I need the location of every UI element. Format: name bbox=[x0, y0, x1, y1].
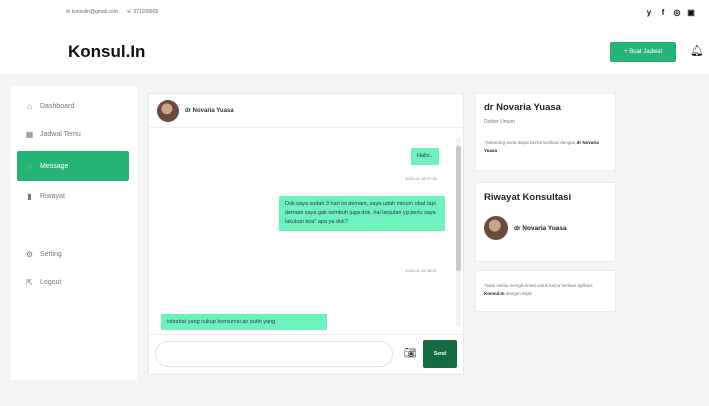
sidebar: ⌂ Dashboard ▦ Jadwal Temu ◌ Message ▮ Ri… bbox=[11, 86, 137, 380]
info-card: *kami selalu menghormati untuk kamu beri… bbox=[475, 270, 616, 312]
mail-icon: ✉ bbox=[66, 9, 71, 15]
sidebar-item-jadwal-temu[interactable]: ▦ Jadwal Temu bbox=[17, 122, 129, 146]
instagram-icon[interactable]: ◎ bbox=[673, 9, 681, 17]
sidebar-item-label: Setting bbox=[40, 250, 62, 258]
contact-info: ✉ konsulin@gmail.com ☏ 071108909 bbox=[66, 9, 158, 15]
logo[interactable]: Konsul.In bbox=[68, 42, 145, 62]
sidebar-item-message[interactable]: ◌ Message bbox=[17, 151, 129, 181]
gear-icon: ⚙ bbox=[25, 249, 34, 259]
doctor-role: Dokter Umum bbox=[484, 119, 515, 125]
email-text[interactable]: ✉ konsulin@gmail.com bbox=[66, 9, 118, 15]
phone-icon: ☏ bbox=[125, 9, 133, 15]
camera-icon[interactable]: 📷︎ bbox=[404, 348, 417, 359]
sidebar-item-dashboard[interactable]: ⌂ Dashboard bbox=[17, 94, 129, 118]
message-timestamp: 2020-01-18 07:15 bbox=[405, 176, 437, 181]
chat-contact-name: dr Novaria Yuasa bbox=[185, 107, 234, 114]
info-text-suffix: dengan Bijak bbox=[505, 291, 532, 296]
sidebar-item-label: Jadwal Temu bbox=[40, 130, 81, 138]
message-composer: 📷︎ Send bbox=[149, 334, 465, 376]
history-item[interactable]: dr Novaria Yuasa bbox=[484, 216, 567, 240]
sidebar-item-label: Dashboard bbox=[40, 102, 75, 110]
doctor-info-card: dr Novaria Yuasa Dokter Umum *Sekarang a… bbox=[475, 93, 616, 171]
message-bubble-received: istirahat yang cukup konsumsi air putih … bbox=[161, 314, 327, 330]
chat-scrollbar[interactable] bbox=[456, 138, 461, 326]
avatar bbox=[157, 99, 179, 122]
bell-icon[interactable]: 🔔︎ bbox=[690, 44, 704, 57]
twitter-icon[interactable]: y bbox=[645, 9, 653, 17]
sidebar-item-label: Riwayat bbox=[40, 192, 65, 200]
chat-panel: dr Novaria Yuasa Hallo.. 2020-01-18 07:1… bbox=[148, 93, 465, 376]
doctor-name: dr Novaria Yuasa bbox=[484, 102, 561, 113]
history-card: Riwayat Konsultasi dr Novaria Yuasa bbox=[475, 182, 616, 262]
calendar-icon: ▦ bbox=[25, 129, 34, 139]
chat-scrollbar-thumb[interactable] bbox=[456, 146, 461, 271]
send-button[interactable]: Send bbox=[423, 340, 457, 368]
sidebar-item-logout[interactable]: ⇱ Logout bbox=[17, 270, 129, 294]
linkedin-icon[interactable]: ▣ bbox=[687, 9, 695, 17]
message-input[interactable] bbox=[155, 341, 393, 367]
sidebar-item-label: Logout bbox=[40, 278, 62, 286]
logout-icon: ⇱ bbox=[26, 277, 33, 287]
phone-text[interactable]: ☏ 071108909 bbox=[126, 9, 158, 15]
history-title: Riwayat Konsultasi bbox=[484, 192, 572, 203]
sidebar-item-label: Message bbox=[40, 162, 69, 170]
sidebar-item-setting[interactable]: ⚙ Setting bbox=[17, 242, 129, 266]
top-contact-bar: ✉ konsulin@gmail.com ☏ 071108909 y f ◎ ▣ bbox=[0, 0, 709, 32]
info-text-prefix: *kami selalu menghormati untuk kamu beri… bbox=[484, 283, 593, 288]
site-header: Konsul.In + Buat Jadwal 🔔︎ bbox=[0, 32, 709, 74]
message-list[interactable]: Hallo.. 2020-01-18 07:15 Dok saya sudah … bbox=[155, 134, 455, 330]
info-brand: Konsul.In bbox=[484, 291, 505, 296]
doctor-note: *Sekarang anda dapat berkomunikasi denga… bbox=[484, 139, 612, 155]
chat-icon: ◌ bbox=[27, 161, 32, 171]
message-bubble-sent: Dok saya sudah 3 hari ini demam, saya ud… bbox=[279, 196, 445, 231]
avatar bbox=[484, 216, 508, 240]
home-icon: ⌂ bbox=[27, 101, 32, 111]
doctor-note-text: *Sekarang anda dapat berkomunikasi denga… bbox=[484, 140, 576, 145]
info-text: *kami selalu menghormati untuk kamu beri… bbox=[484, 282, 612, 298]
history-item-name: dr Novaria Yuasa bbox=[514, 224, 567, 232]
social-links: y f ◎ ▣ bbox=[645, 9, 695, 17]
message-timestamp: 2020-01-18 08:10 bbox=[405, 268, 437, 273]
bookmark-icon: ▮ bbox=[27, 191, 32, 201]
facebook-icon[interactable]: f bbox=[659, 9, 667, 17]
chat-header: dr Novaria Yuasa bbox=[149, 94, 463, 128]
sidebar-item-riwayat[interactable]: ▮ Riwayat bbox=[17, 184, 129, 208]
create-schedule-button[interactable]: + Buat Jadwal bbox=[610, 42, 676, 62]
message-bubble-sent: Hallo.. bbox=[411, 148, 439, 165]
